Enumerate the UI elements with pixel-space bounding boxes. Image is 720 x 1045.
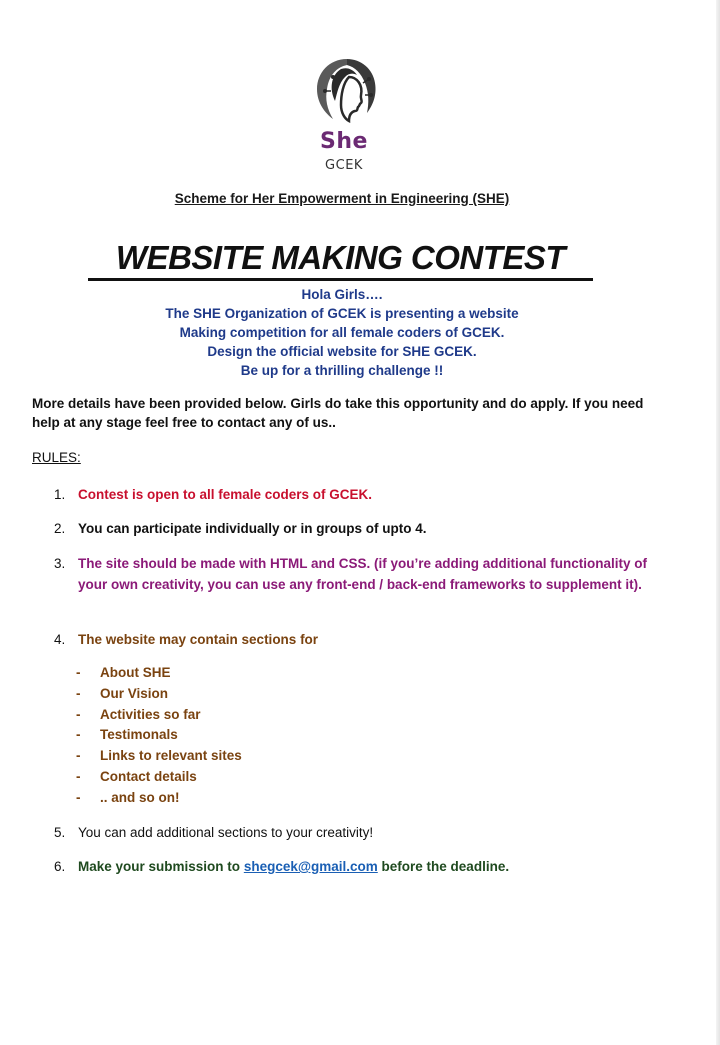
intro-line: Be up for a thrilling challenge !!	[240, 363, 444, 378]
brand-name: She	[320, 129, 368, 154]
rule-text: You can participate individually or in g…	[78, 521, 427, 536]
email-link[interactable]: shegcek@gmail.com	[244, 859, 378, 874]
rule-item: 5. You can add additional sections to yo…	[54, 822, 654, 843]
list-item: - Testimonals	[76, 725, 476, 746]
document-page: She GCEK Scheme for Her Empowerment in E…	[0, 0, 720, 1045]
bullet-dash: -	[76, 665, 81, 680]
bullet-dash: -	[76, 727, 81, 743]
section-label: Testimonals	[100, 727, 178, 743]
scheme-title: Scheme for Her Empowerment in Engineerin…	[174, 191, 510, 206]
intro-line: The SHE Organization of GCEK is presenti…	[165, 306, 519, 321]
section-label: About SHE	[100, 665, 171, 680]
submission-text-before: Make your submission to	[78, 859, 241, 874]
contest-title: WEBSITE MAKING CONTEST	[115, 239, 566, 276]
bullet-dash: -	[76, 685, 81, 701]
list-item: - Contact details	[76, 767, 476, 788]
submission-text-after: before the deadline.	[381, 859, 510, 874]
section-label: Links to relevant sites	[100, 748, 242, 764]
intro-block: Hola Girls…. The SHE Organization of GCE…	[0, 285, 684, 380]
rule-text: You can add additional sections to your …	[78, 825, 374, 840]
rule-item: 3. The site should be made with HTML and…	[54, 553, 654, 595]
list-item: - Our Vision	[76, 684, 476, 705]
intro-line: Hola Girls….	[301, 287, 383, 302]
list-item: - .. and so on!	[76, 788, 476, 809]
rule-text: The website may contain sections for	[78, 632, 319, 647]
page-edge	[716, 0, 720, 1045]
intro-line: Design the official website for SHE GCEK…	[207, 344, 477, 359]
she-logo-icon	[311, 55, 383, 127]
brand-subtitle: GCEK	[325, 158, 363, 173]
rule-text: Contest is open to all female coders of …	[78, 487, 373, 502]
bullet-dash: -	[76, 706, 81, 722]
section-label: Our Vision	[100, 685, 169, 701]
list-item: - Activities so far	[76, 705, 476, 726]
section-label: Activities so far	[100, 706, 201, 722]
rule-number: 5.	[54, 825, 66, 840]
more-details-paragraph: More details have been provided below. G…	[32, 396, 644, 430]
rule-item: 1. Contest is open to all female coders …	[54, 484, 654, 505]
rule-number: 3.	[54, 556, 66, 571]
sections-list: - About SHE - Our Vision - Activities so fa…	[76, 663, 476, 809]
list-item: - About SHE	[76, 663, 476, 684]
title-underline	[88, 278, 593, 281]
rules-heading: RULES:	[32, 450, 81, 465]
rule-number: 4.	[54, 632, 66, 647]
rule-text: Make your submission to shegcek@gmail.co…	[78, 856, 654, 877]
rule-number: 6.	[54, 859, 66, 874]
intro-line: Making competition for all female coders…	[179, 325, 505, 340]
bullet-dash: -	[76, 748, 81, 764]
rule-item: 2. You can participate individually or i…	[54, 518, 654, 539]
section-label: Contact details	[100, 768, 197, 784]
rule-number: 1.	[54, 487, 66, 502]
section-label: .. and so on!	[100, 789, 180, 805]
list-item: - Links to relevant sites	[76, 746, 476, 767]
rule-item: 4. The website may contain sections for	[54, 629, 654, 650]
bullet-dash: -	[76, 768, 81, 784]
rule-item: 6. Make your submission to shegcek@gmail…	[54, 856, 654, 877]
bullet-dash: -	[76, 789, 81, 805]
rule-number: 2.	[54, 521, 66, 536]
rule-text: The site should be made with HTML and CS…	[78, 556, 648, 592]
